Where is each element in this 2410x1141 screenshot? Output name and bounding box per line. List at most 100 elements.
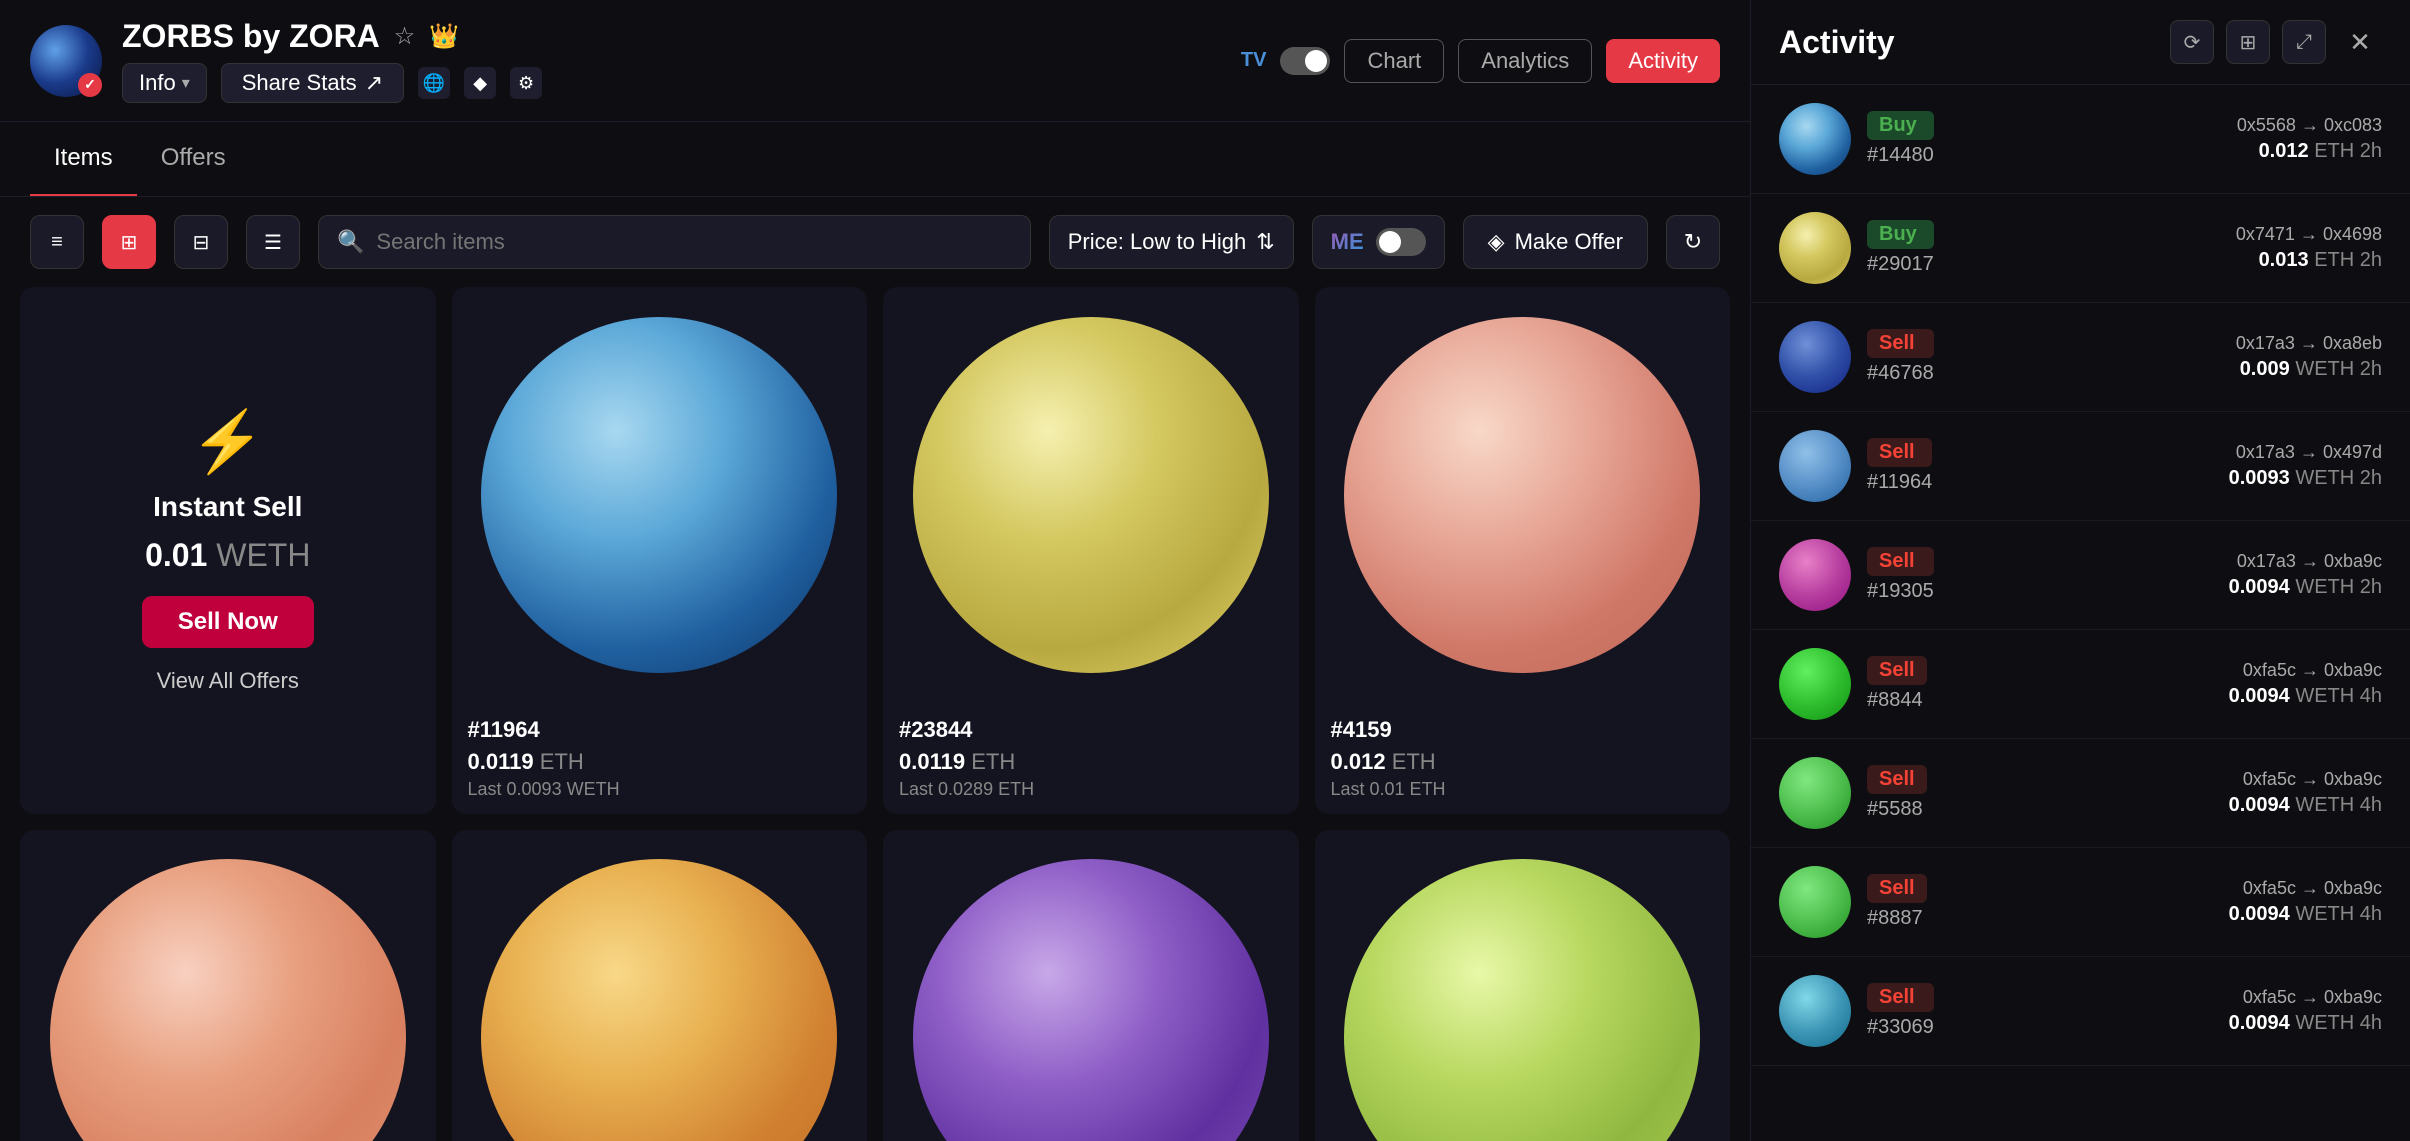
- me-label: ME: [1331, 229, 1364, 255]
- nft-orb-4159: [1344, 317, 1700, 673]
- chart-button[interactable]: Chart: [1344, 39, 1444, 83]
- collection-title: ZORBS by ZORA: [122, 18, 380, 55]
- activity-price-5588: 0.0094 WETH 4h: [2229, 794, 2382, 817]
- instant-sell-card[interactable]: ⚡ Instant Sell 0.01 WETH Sell Now View A…: [20, 287, 436, 814]
- view-all-offers-link[interactable]: View All Offers: [157, 668, 299, 694]
- nft-image-area-23844: [883, 287, 1299, 703]
- activity-addresses-19305: 0x17a3 → 0xba9c: [2237, 551, 2382, 572]
- globe-icon[interactable]: 🌐: [418, 67, 450, 99]
- me-toggle-knob: [1379, 231, 1401, 253]
- nft-last-23844: Last 0.0289 ETH: [899, 779, 1283, 800]
- nft-card-row2-1[interactable]: [20, 830, 436, 1141]
- activity-grid-icon: ⊞: [2240, 30, 2257, 55]
- activity-id-11964: #11964: [1867, 471, 1932, 494]
- star-icon[interactable]: ☆: [394, 22, 416, 51]
- discord-icon[interactable]: ◆: [464, 67, 496, 99]
- activity-type-8887: Sell: [1867, 874, 1927, 903]
- nft-image-area-row2-4: [1315, 830, 1731, 1141]
- grid-small-icon: ⊟: [193, 230, 210, 255]
- nft-price-23844: 0.0119 ETH: [899, 749, 1283, 775]
- filter-button[interactable]: ≡: [30, 215, 84, 269]
- grid-large-view-button[interactable]: ⊞: [102, 215, 156, 269]
- list-view-button[interactable]: ☰: [246, 215, 300, 269]
- search-input[interactable]: [376, 229, 1011, 255]
- activity-item-info-14480: Buy #14480: [1867, 111, 1934, 167]
- share-stats-button[interactable]: Share Stats ↗: [221, 63, 404, 103]
- activity-right-11964: 0x17a3 → 0x497d 0.0093 WETH 2h: [2229, 442, 2382, 490]
- nft-card-4159[interactable]: #4159 0.012 ETH Last 0.01 ETH: [1315, 287, 1731, 814]
- sell-now-button[interactable]: Sell Now: [142, 596, 314, 648]
- tab-items[interactable]: Items: [30, 122, 137, 196]
- nft-image-area-row2-1: [20, 830, 436, 1141]
- nft-card-23844[interactable]: #23844 0.0119 ETH Last 0.0289 ETH: [883, 287, 1299, 814]
- activity-right-19305: 0x17a3 → 0xba9c 0.0094 WETH 2h: [2229, 551, 2382, 599]
- items-toolbar: ≡ ⊞ ⊟ ☰ 🔍 Price: Low to High ⇅ ME ◈ Make: [0, 197, 1750, 287]
- activity-item-19305[interactable]: Sell #19305 0x17a3 → 0xba9c 0.0094 WETH …: [1751, 521, 2410, 630]
- activity-item-info-5588: Sell #5588: [1867, 765, 1927, 821]
- lightning-icon: ⚡: [190, 406, 265, 477]
- activity-item-5588[interactable]: Sell #5588 0xfa5c → 0xba9c 0.0094 WETH 4…: [1751, 739, 2410, 848]
- activity-type-46768: Sell: [1867, 329, 1934, 358]
- nft-id-4159: #4159: [1331, 717, 1715, 743]
- grid-small-view-button[interactable]: ⊟: [174, 215, 228, 269]
- header-top-row: ZORBS by ZORA ☆ 👑: [122, 18, 542, 55]
- sort-dropdown[interactable]: Price: Low to High ⇅: [1049, 215, 1294, 269]
- activity-addresses-14480: 0x5568 → 0xc083: [2237, 115, 2382, 136]
- activity-item-11964[interactable]: Sell #11964 0x17a3 → 0x497d 0.0093 WETH …: [1751, 412, 2410, 521]
- nft-card-row2-4[interactable]: [1315, 830, 1731, 1141]
- activity-expand-button[interactable]: ⤢: [2282, 20, 2326, 64]
- nft-id-23844: #23844: [899, 717, 1283, 743]
- activity-item-14480[interactable]: Buy #14480 0x5568 → 0xc083 0.012 ETH 2h: [1751, 85, 2410, 194]
- activity-filter-button[interactable]: ⟳: [2170, 20, 2214, 64]
- tv-toggle[interactable]: [1280, 47, 1330, 75]
- nft-image-area-11964: [452, 287, 868, 703]
- activity-item-8844[interactable]: Sell #8844 0xfa5c → 0xba9c 0.0094 WETH 4…: [1751, 630, 2410, 739]
- make-offer-button[interactable]: ◈ Make Offer: [1463, 215, 1648, 269]
- refresh-icon: ↻: [1684, 229, 1702, 255]
- instant-sell-price: 0.01 WETH: [145, 537, 310, 574]
- activity-item-33069[interactable]: Sell #33069 0xfa5c → 0xba9c 0.0094 WETH …: [1751, 957, 2410, 1066]
- activity-id-5588: #5588: [1867, 798, 1927, 821]
- nft-card-11964[interactable]: #11964 0.0119 ETH Last 0.0093 WETH: [452, 287, 868, 814]
- settings-icon[interactable]: ⚙: [510, 67, 542, 99]
- activity-grid-button[interactable]: ⊞: [2226, 20, 2270, 64]
- activity-close-button[interactable]: ✕: [2338, 20, 2382, 64]
- activity-button[interactable]: Activity: [1606, 39, 1720, 83]
- search-icon: 🔍: [337, 229, 364, 255]
- nft-card-row2-2[interactable]: [452, 830, 868, 1141]
- activity-price-46768: 0.009 WETH 2h: [2240, 358, 2382, 381]
- tab-offers[interactable]: Offers: [137, 122, 250, 196]
- activity-orb-11964: [1779, 430, 1851, 502]
- activity-item-46768[interactable]: Sell #46768 0x17a3 → 0xa8eb 0.009 WETH 2…: [1751, 303, 2410, 412]
- info-button[interactable]: Info ▾: [122, 63, 207, 103]
- activity-addresses-8844: 0xfa5c → 0xba9c: [2243, 660, 2382, 681]
- activity-orb-5588: [1779, 757, 1851, 829]
- activity-expand-icon: ⤢: [2296, 31, 2312, 54]
- view-toggle-area: TV Chart Analytics Activity: [1241, 39, 1720, 83]
- nft-orb-23844: [913, 317, 1269, 673]
- activity-orb-8844: [1779, 648, 1851, 720]
- nft-card-row2-3[interactable]: [883, 830, 1299, 1141]
- analytics-button[interactable]: Analytics: [1458, 39, 1592, 83]
- activity-orb-46768: [1779, 321, 1851, 393]
- activity-item-info-8887: Sell #8887: [1867, 874, 1927, 930]
- activity-item-info-29017: Buy #29017: [1867, 220, 1934, 276]
- close-icon: ✕: [2349, 27, 2371, 58]
- activity-item-29017[interactable]: Buy #29017 0x7471 → 0x4698 0.013 ETH 2h: [1751, 194, 2410, 303]
- share-icon: ↗: [365, 70, 383, 96]
- nft-image-area-4159: [1315, 287, 1731, 703]
- activity-id-14480: #14480: [1867, 144, 1934, 167]
- activity-type-19305: Sell: [1867, 547, 1934, 576]
- activity-item-info-11964: Sell #11964: [1867, 438, 1932, 494]
- nft-orb-row2-1: [50, 859, 406, 1141]
- refresh-button[interactable]: ↻: [1666, 215, 1720, 269]
- me-toggle[interactable]: [1376, 228, 1426, 256]
- activity-price-33069: 0.0094 WETH 4h: [2229, 1012, 2382, 1035]
- activity-id-8844: #8844: [1867, 689, 1927, 712]
- activity-item-info-8844: Sell #8844: [1867, 656, 1927, 712]
- activity-right-14480: 0x5568 → 0xc083 0.012 ETH 2h: [2237, 115, 2382, 163]
- activity-addresses-33069: 0xfa5c → 0xba9c: [2243, 987, 2382, 1008]
- activity-id-33069: #33069: [1867, 1016, 1934, 1039]
- nft-price-4159: 0.012 ETH: [1331, 749, 1715, 775]
- activity-item-8887[interactable]: Sell #8887 0xfa5c → 0xba9c 0.0094 WETH 4…: [1751, 848, 2410, 957]
